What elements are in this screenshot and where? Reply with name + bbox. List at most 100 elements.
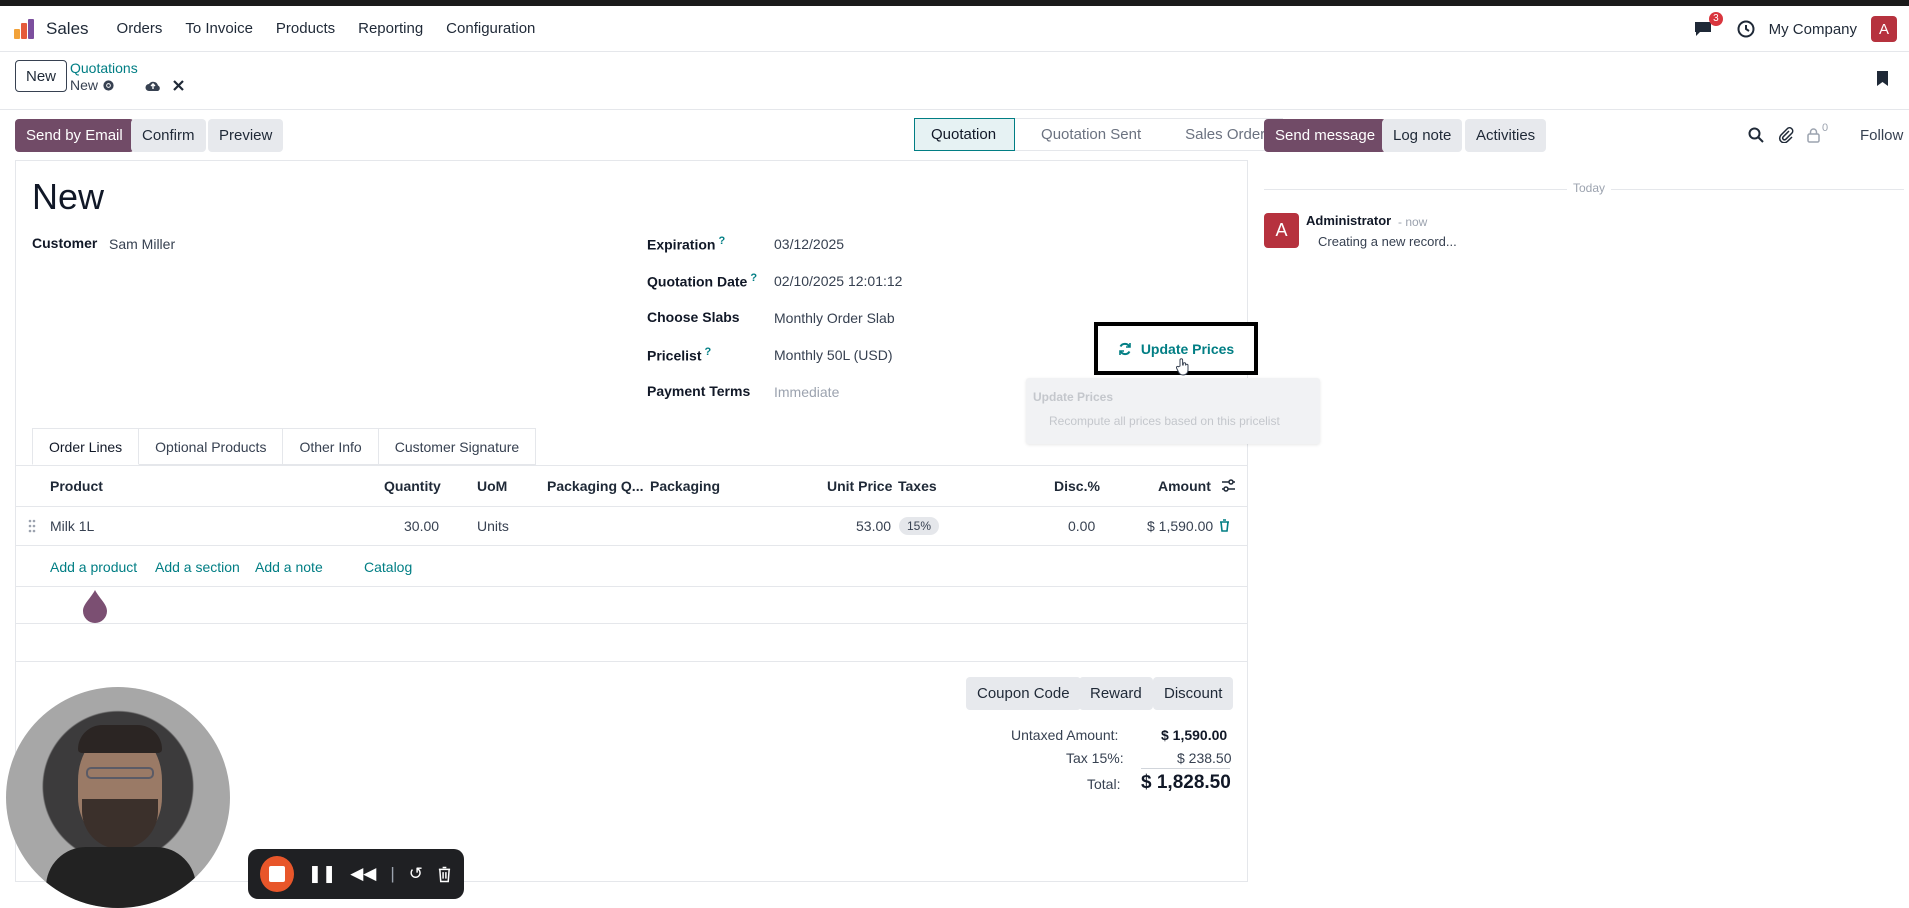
col-product[interactable]: Product bbox=[50, 478, 103, 494]
trash-icon[interactable] bbox=[1219, 519, 1230, 532]
restart-icon[interactable]: ↺ bbox=[409, 864, 423, 884]
expiration-field[interactable]: 03/12/2025 bbox=[774, 236, 844, 252]
tab-other-info[interactable]: Other Info bbox=[283, 428, 379, 465]
paperclip-icon[interactable] bbox=[1778, 126, 1794, 143]
gear-icon[interactable] bbox=[102, 79, 115, 92]
send-message-button[interactable]: Send message bbox=[1264, 119, 1387, 152]
row-unit-price[interactable]: 53.00 bbox=[856, 518, 891, 534]
breadcrumb-current: New bbox=[70, 77, 99, 93]
status-quotation-sent[interactable]: Quotation Sent bbox=[1015, 118, 1160, 151]
tooltip-title: Update Prices bbox=[1033, 390, 1114, 404]
customer-field[interactable]: Sam Miller bbox=[109, 236, 175, 252]
status-quotation[interactable]: Quotation bbox=[914, 118, 1016, 151]
followers-count: 0 bbox=[1822, 122, 1829, 134]
row-product[interactable]: Milk 1L bbox=[50, 518, 94, 534]
col-unit-price[interactable]: Unit Price bbox=[827, 478, 892, 494]
send-by-email-button[interactable]: Send by Email bbox=[15, 119, 134, 152]
app-name[interactable]: Sales bbox=[46, 19, 89, 39]
col-uom[interactable]: UoM bbox=[477, 478, 507, 494]
menu-orders[interactable]: Orders bbox=[117, 20, 163, 37]
payment-terms-field[interactable]: Immediate bbox=[774, 384, 839, 400]
tax-value: $ 238.50 bbox=[1177, 750, 1232, 766]
pricelist-field[interactable]: Monthly 50L (USD) bbox=[774, 347, 893, 363]
add-product-link[interactable]: Add a product bbox=[50, 559, 137, 575]
message-body: Creating a new record... bbox=[1318, 234, 1457, 249]
discard-icon[interactable] bbox=[173, 80, 184, 91]
log-note-button[interactable]: Log note bbox=[1382, 119, 1463, 152]
add-section-link[interactable]: Add a section bbox=[155, 559, 240, 575]
menu-configuration[interactable]: Configuration bbox=[446, 20, 535, 37]
activities-button[interactable]: Activities bbox=[1465, 119, 1547, 152]
confirm-button[interactable]: Confirm bbox=[131, 119, 206, 152]
col-disc[interactable]: Disc.% bbox=[1054, 478, 1100, 494]
row-quantity[interactable]: 30.00 bbox=[404, 518, 439, 534]
reward-button[interactable]: Reward bbox=[1079, 677, 1153, 710]
sales-app-icon[interactable] bbox=[14, 18, 36, 39]
table-row[interactable]: Milk 1L 30.00 Units 53.00 15% 0.00 $ 1,5… bbox=[15, 507, 1248, 545]
menu-reporting[interactable]: Reporting bbox=[358, 20, 423, 37]
coupon-code-button[interactable]: Coupon Code bbox=[966, 677, 1081, 710]
quotation-date-help-icon[interactable]: ? bbox=[750, 272, 757, 284]
empty-row-divider-1 bbox=[15, 623, 1248, 624]
activity-clock-icon[interactable] bbox=[1737, 20, 1755, 38]
breadcrumb-quotations[interactable]: Quotations bbox=[70, 60, 138, 76]
catalog-link[interactable]: Catalog bbox=[364, 559, 412, 575]
row-amount: $ 1,590.00 bbox=[1147, 518, 1214, 534]
quotation-date-field[interactable]: 02/10/2025 12:01:12 bbox=[774, 273, 902, 289]
row-uom[interactable]: Units bbox=[477, 518, 509, 534]
total-label: Total: bbox=[1087, 776, 1121, 792]
stop-recording-button[interactable] bbox=[260, 856, 294, 892]
add-row-divider bbox=[15, 586, 1248, 587]
discount-button[interactable]: Discount bbox=[1153, 677, 1234, 710]
expiration-label: Expiration? bbox=[647, 235, 726, 253]
bookmark-icon[interactable] bbox=[1876, 70, 1889, 87]
choose-slabs-label: Choose Slabs bbox=[647, 309, 740, 325]
refresh-icon bbox=[1119, 342, 1131, 355]
user-avatar[interactable]: A bbox=[1871, 16, 1897, 42]
col-packaging-qty[interactable]: Packaging Q... bbox=[547, 478, 643, 494]
add-note-link[interactable]: Add a note bbox=[255, 559, 323, 575]
tax-label: Tax 15%: bbox=[1066, 750, 1124, 766]
tab-order-lines[interactable]: Order Lines bbox=[32, 428, 140, 465]
search-icon[interactable] bbox=[1748, 127, 1764, 143]
update-prices-label: Update Prices bbox=[1140, 340, 1235, 357]
choose-slabs-field[interactable]: Monthly Order Slab bbox=[774, 310, 895, 326]
customer-label: Customer bbox=[32, 235, 98, 251]
quotation-date-label: Quotation Date? bbox=[647, 272, 758, 290]
col-packaging[interactable]: Packaging bbox=[650, 478, 720, 494]
expiration-help-icon[interactable]: ? bbox=[718, 235, 725, 247]
message-time: - now bbox=[1398, 215, 1428, 229]
message-author-avatar[interactable]: A bbox=[1264, 213, 1299, 248]
followers-lock-icon[interactable] bbox=[1807, 128, 1820, 143]
menu-products[interactable]: Products bbox=[276, 20, 335, 37]
empty-row-divider-2 bbox=[15, 661, 1248, 662]
row-tax-badge[interactable]: 15% bbox=[899, 517, 940, 535]
save-cloud-icon[interactable] bbox=[145, 79, 161, 92]
drag-handle-icon[interactable] bbox=[28, 519, 36, 533]
col-taxes[interactable]: Taxes bbox=[898, 478, 937, 494]
rewind-icon[interactable]: ◀◀ bbox=[350, 864, 376, 884]
follow-button[interactable]: Follow bbox=[1860, 127, 1903, 144]
column-settings-icon[interactable] bbox=[1221, 478, 1236, 493]
untaxed-value: $ 1,590.00 bbox=[1161, 727, 1228, 743]
company-switcher[interactable]: My Company bbox=[1769, 21, 1857, 38]
tab-customer-signature[interactable]: Customer Signature bbox=[378, 428, 537, 465]
menu-to-invoice[interactable]: To Invoice bbox=[185, 20, 253, 37]
webcam-overlay bbox=[6, 687, 230, 908]
message-author[interactable]: Administrator bbox=[1306, 213, 1391, 228]
main-navbar: Sales Orders To Invoice Products Reporti… bbox=[0, 6, 1909, 52]
col-amount[interactable]: Amount bbox=[1158, 478, 1211, 494]
total-value: $ 1,828.50 bbox=[1141, 772, 1231, 793]
tabs-divider bbox=[15, 465, 1248, 466]
new-record-button[interactable]: New bbox=[15, 60, 68, 92]
pause-icon[interactable]: ❚❚ bbox=[308, 864, 337, 884]
row-discount[interactable]: 0.00 bbox=[1068, 518, 1095, 534]
tab-optional-products[interactable]: Optional Products bbox=[139, 428, 284, 465]
payment-terms-label: Payment Terms bbox=[647, 383, 751, 399]
control-panel bbox=[0, 52, 1909, 110]
preview-button[interactable]: Preview bbox=[208, 119, 284, 152]
col-quantity[interactable]: Quantity bbox=[384, 478, 441, 494]
delete-recording-icon[interactable] bbox=[437, 865, 452, 883]
pricelist-help-icon[interactable]: ? bbox=[704, 346, 711, 358]
messages-icon[interactable]: 3 bbox=[1693, 12, 1723, 38]
